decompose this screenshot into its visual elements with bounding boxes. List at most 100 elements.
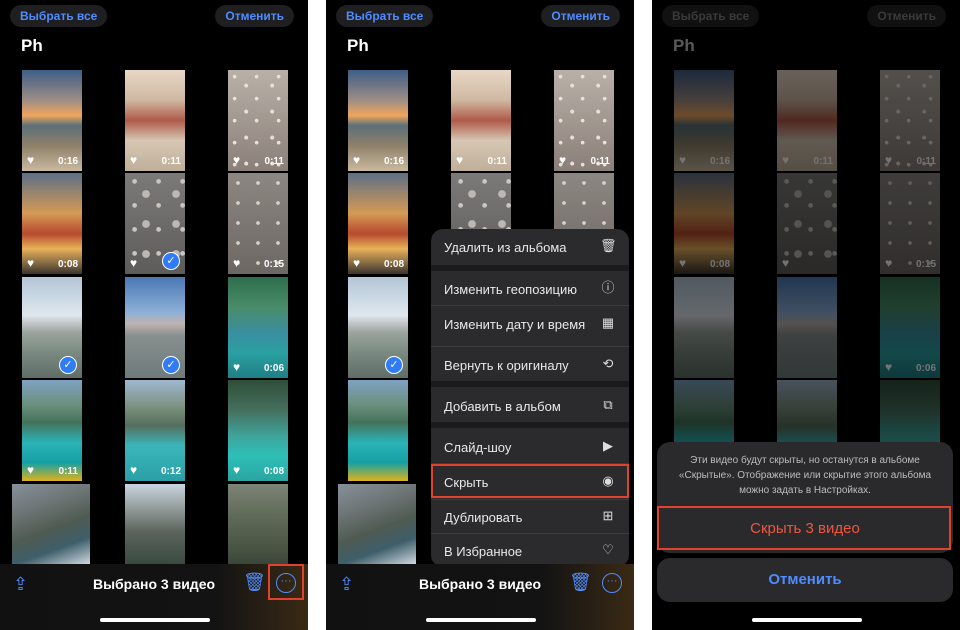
duration-label: 0:11 [264, 156, 284, 167]
home-indicator [752, 618, 862, 622]
context-menu: Удалить из альбома 🗑 Изменить геопозицию ⓘ… [431, 229, 629, 567]
photo-thumb[interactable]: ✓ [125, 277, 185, 378]
photo-thumb[interactable]: ♥ 0:16 [22, 70, 82, 171]
photo-thumb[interactable] [348, 380, 408, 481]
add-album-icon: ⧉ [603, 397, 613, 412]
photo-thumb[interactable]: ♥ 0:11 [777, 70, 837, 171]
action-sheet-cancel-button[interactable]: Отменить [657, 558, 953, 602]
checkmark-icon: ✓ [59, 356, 77, 374]
photo-thumb[interactable] [674, 277, 734, 378]
photo-thumb[interactable]: ♥ ✓ [125, 173, 185, 274]
more-icon[interactable]: ··· [602, 573, 622, 593]
duration-label: 0:06 [915, 363, 936, 374]
menu-item-label: Слайд-шоу [444, 440, 512, 455]
menu-item-label: Дублировать [444, 510, 523, 525]
photo-thumb[interactable]: ✓ [348, 277, 408, 378]
photo-thumb[interactable]: ♥ 0:06 [228, 277, 288, 378]
menu-item-favorite[interactable]: В Избранное ♡ [431, 533, 629, 567]
photo-thumb[interactable]: ♥ 0:06 [880, 277, 940, 378]
photo-thumb[interactable]: ♥ [777, 173, 837, 274]
page-title: Ph [21, 36, 43, 55]
select-all-button[interactable]: Выбрать все [662, 5, 760, 27]
screen-menu: Выбрать все Отменить Ph ♥ 0:16 ♥ 0:11 ♥ 0:1… [326, 0, 634, 630]
photo-thumb[interactable]: ♥ 0:08 [348, 173, 408, 274]
menu-item-label: Изменить геопозицию [444, 282, 577, 297]
menu-item-label: Добавить в альбом [444, 399, 561, 414]
duration-label: 0:08 [709, 259, 730, 270]
revert-icon: ⟲ [602, 356, 614, 371]
heart-icon: ♥ [233, 153, 241, 167]
menu-item-slideshow[interactable]: Слайд-шоу ▶ [431, 429, 629, 463]
photo-thumb[interactable]: ♥ 0:08 [674, 173, 734, 274]
photo-thumb[interactable]: ♥ 0:08 [22, 173, 82, 274]
cancel-button[interactable]: Отменить [867, 5, 946, 27]
photo-thumb[interactable] [125, 484, 185, 564]
heart-icon: ♥ [130, 463, 138, 477]
menu-item-edit-date[interactable]: Изменить дату и время ▦ [431, 306, 629, 340]
photo-thumb[interactable]: ♥ 0:15 [228, 173, 288, 274]
duration-label: 0:12 [160, 466, 181, 477]
screen-confirm: Выбрать все Отменить Ph ♥ 0:16 ♥ 0:11 ♥ 0:1… [652, 0, 960, 630]
trash-icon[interactable]: 🗑 [243, 572, 266, 593]
heart-icon: ♡ [602, 542, 614, 557]
select-all-button[interactable]: Выбрать все [10, 5, 108, 27]
heart-icon: ♥ [885, 360, 893, 374]
duration-label: 0:11 [590, 156, 610, 167]
duration-label: 0:11 [58, 466, 78, 477]
heart-icon: ♥ [130, 256, 138, 270]
heart-icon: ♥ [559, 153, 567, 167]
heart-icon: ♥ [27, 463, 35, 477]
heart-icon: ♥ [233, 360, 241, 374]
menu-item-label: В Избранное [444, 544, 523, 559]
highlight-box [268, 564, 304, 600]
heart-icon: ♥ [130, 153, 138, 167]
photo-thumb[interactable]: ♥ 0:11 [125, 70, 185, 171]
photo-thumb[interactable]: ✓ [22, 277, 82, 378]
photo-thumb[interactable]: ♥ 0:08 [228, 380, 288, 481]
home-indicator [426, 618, 536, 622]
menu-divider [431, 381, 629, 387]
photo-thumb[interactable]: ♥ 0:16 [348, 70, 408, 171]
photo-thumb[interactable]: ♥ 0:12 [125, 380, 185, 481]
heart-icon: ♥ [885, 153, 893, 167]
duration-label: 0:16 [383, 156, 404, 167]
cancel-button[interactable]: Отменить [541, 5, 620, 27]
photo-thumb[interactable] [777, 277, 837, 378]
photo-thumb[interactable]: ♥ 0:11 [880, 70, 940, 171]
menu-item-add-to-album[interactable]: Добавить в альбом ⧉ [431, 388, 629, 422]
photo-thumb[interactable] [12, 484, 90, 564]
photo-thumb[interactable]: ♥ 0:15 [880, 173, 940, 274]
calendar-icon: ▦ [601, 315, 615, 330]
trash-icon[interactable]: 🗑 [569, 572, 592, 593]
play-icon: ▶ [603, 438, 613, 453]
duration-label: 0:16 [709, 156, 730, 167]
heart-icon: ♥ [233, 463, 241, 477]
menu-item-edit-location[interactable]: Изменить геопозицию ⓘ [431, 271, 629, 305]
heart-icon: ♥ [27, 256, 35, 270]
page-title: Ph [347, 36, 369, 55]
photo-thumb[interactable]: ♥ 0:11 [451, 70, 511, 171]
photo-thumb[interactable] [228, 484, 288, 564]
duration-label: 0:08 [383, 259, 404, 270]
photo-thumb[interactable]: ♥ 0:11 [228, 70, 288, 171]
photo-thumb[interactable]: ♥ 0:11 [22, 380, 82, 481]
menu-item-revert[interactable]: Вернуть к оригиналу ⟲ [431, 347, 629, 381]
screen-selection: Выбрать все Отменить Ph ♥ 0:16 ♥ 0:11 ♥ 0:1… [0, 0, 308, 630]
photo-thumb[interactable]: ♥ 0:11 [554, 70, 614, 171]
photo-thumb[interactable]: ♥ 0:16 [674, 70, 734, 171]
menu-item-duplicate[interactable]: Дублировать ⊞ [431, 499, 629, 533]
menu-item-remove-from-album[interactable]: Удалить из альбома 🗑 [431, 229, 629, 263]
photo-thumb[interactable] [338, 484, 416, 564]
select-all-button[interactable]: Выбрать все [336, 5, 434, 27]
duration-label: 0:11 [813, 156, 833, 167]
heart-icon: ♥ [782, 256, 790, 270]
duration-label: 0:11 [161, 156, 181, 167]
duration-label: 0:11 [487, 156, 507, 167]
highlight-box [431, 464, 629, 498]
bottom-toolbar: ⇪ Выбрано 3 видео 🗑 ··· [0, 564, 308, 630]
cancel-button[interactable]: Отменить [215, 5, 294, 27]
heart-icon: ♥ [233, 256, 241, 270]
duration-label: 0:15 [915, 259, 936, 270]
action-sheet-message: Эти видео будут скрыты, но останутся в а… [678, 455, 932, 496]
menu-item-label: Удалить из альбома [444, 240, 567, 255]
